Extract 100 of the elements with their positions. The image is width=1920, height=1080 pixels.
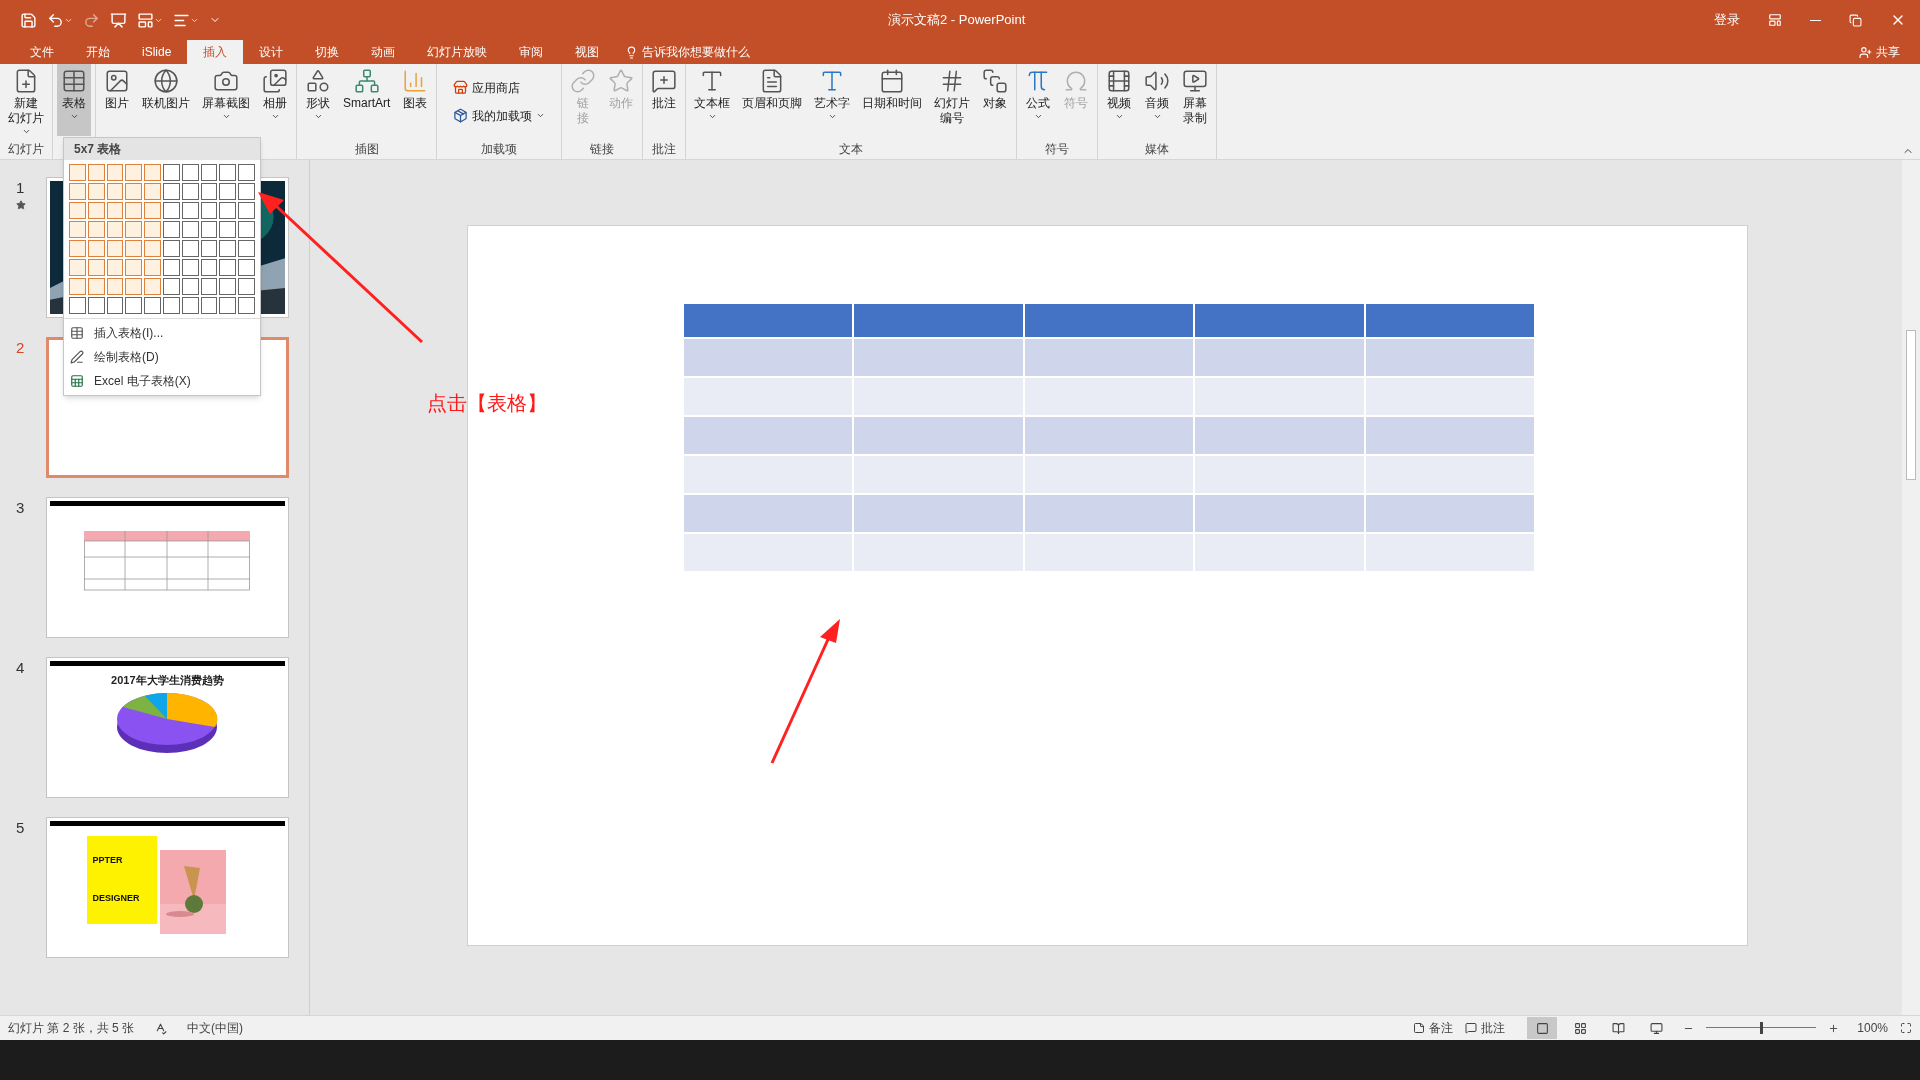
grid-cell[interactable] [125, 221, 143, 238]
grid-cell[interactable] [219, 297, 237, 314]
ribbon-button[interactable]: 表格 [57, 64, 91, 136]
menu-item[interactable]: 绘制表格(D) [64, 345, 260, 369]
comments-button[interactable]: 批注 [1465, 1019, 1506, 1037]
tell-me-search[interactable]: 告诉我你想要做什么 [615, 40, 761, 64]
grid-cell[interactable] [87, 183, 105, 200]
ribbon-tab[interactable]: iSlide [126, 40, 188, 64]
grid-cell[interactable] [219, 259, 237, 276]
grid-cell[interactable] [200, 240, 218, 257]
grid-cell[interactable] [163, 221, 180, 238]
grid-cell[interactable] [87, 259, 105, 276]
grid-cell[interactable] [106, 183, 124, 200]
ribbon-button[interactable]: 形状 [301, 64, 335, 136]
grid-cell[interactable] [106, 297, 124, 314]
grid-cell[interactable] [125, 183, 143, 200]
ribbon-tab[interactable]: 切换 [299, 40, 356, 64]
grid-cell[interactable] [238, 183, 255, 200]
grid-cell[interactable] [69, 221, 86, 238]
grid-cell[interactable] [219, 164, 237, 181]
grid-cell[interactable] [181, 183, 199, 200]
grid-cell[interactable] [163, 297, 180, 314]
grid-cell[interactable] [163, 183, 180, 200]
grid-cell[interactable] [69, 240, 86, 257]
grid-cell[interactable] [106, 202, 124, 219]
grid-cell[interactable] [163, 202, 180, 219]
grid-cell[interactable] [238, 259, 255, 276]
grid-cell[interactable] [163, 240, 180, 257]
grid-cell[interactable] [163, 278, 180, 295]
notes-button[interactable]: 备注 [1413, 1019, 1454, 1037]
grid-cell[interactable] [181, 164, 199, 181]
grid-cell[interactable] [87, 164, 105, 181]
grid-cell[interactable] [200, 202, 218, 219]
zoom-in-icon[interactable] [1828, 1022, 1840, 1034]
ribbon-button[interactable]: 屏幕截图 [198, 64, 254, 136]
grid-cell[interactable] [69, 259, 86, 276]
grid-cell[interactable] [200, 164, 218, 181]
grid-cell[interactable] [219, 240, 237, 257]
ribbon-button[interactable]: 艺术字 [810, 64, 855, 136]
grid-cell[interactable] [144, 297, 161, 314]
ribbon-button[interactable]: 图表 [398, 64, 433, 136]
grid-cell[interactable] [87, 297, 105, 314]
grid-cell[interactable] [238, 221, 255, 238]
grid-cell[interactable] [238, 164, 255, 181]
grid-cell[interactable] [125, 202, 143, 219]
grid-cell[interactable] [144, 240, 161, 257]
ribbon-button[interactable]: 幻灯片 编号 [930, 64, 975, 136]
ribbon-button[interactable]: 我的加载项 [449, 102, 550, 129]
toolbar-button[interactable] [110, 11, 127, 29]
ribbon-tab[interactable]: 幻灯片放映 [411, 40, 504, 64]
grid-cell[interactable] [125, 240, 143, 257]
menu-item[interactable]: Excel 电子表格(X) [64, 369, 260, 393]
ribbon-button[interactable]: 页眉和页脚 [738, 64, 807, 136]
ribbon-button[interactable]: 文本框 [690, 64, 735, 136]
slide-thumbnail[interactable] [45, 497, 289, 638]
ribbon-button[interactable]: 相册 [258, 64, 292, 136]
fit-slide-icon[interactable] [1900, 1022, 1912, 1034]
grid-cell[interactable] [238, 240, 255, 257]
grid-cell[interactable] [125, 259, 143, 276]
grid-cell[interactable] [219, 278, 237, 295]
restore-button[interactable] [1849, 13, 1862, 27]
view-button[interactable] [1527, 1017, 1558, 1039]
ribbon-tab[interactable]: 开始 [70, 40, 126, 64]
grid-cell[interactable] [163, 259, 180, 276]
menu-item[interactable]: 插入表格(I)... [64, 321, 260, 345]
grid-cell[interactable] [163, 164, 180, 181]
ribbon-tab[interactable]: 视图 [559, 40, 616, 64]
grid-cell[interactable] [219, 221, 237, 238]
grid-cell[interactable] [106, 164, 124, 181]
grid-cell[interactable] [238, 297, 255, 314]
grid-cell[interactable] [144, 202, 161, 219]
grid-cell[interactable] [238, 278, 255, 295]
ribbon-display-button[interactable] [1768, 13, 1782, 27]
ribbon-tab[interactable]: 审阅 [503, 40, 560, 64]
grid-cell[interactable] [181, 259, 199, 276]
grid-cell[interactable] [87, 240, 105, 257]
grid-cell[interactable] [69, 297, 86, 314]
grid-cell[interactable] [200, 259, 218, 276]
grid-cell[interactable] [87, 202, 105, 219]
grid-cell[interactable] [181, 202, 199, 219]
grid-cell[interactable] [144, 183, 161, 200]
grid-cell[interactable] [69, 278, 86, 295]
slide-thumbnail[interactable]: PPTER DESIGNER [45, 817, 289, 958]
ribbon-button[interactable]: 新建 幻灯片 [4, 64, 48, 136]
grid-cell[interactable] [200, 183, 218, 200]
ribbon-button[interactable]: 视频 [1102, 64, 1137, 136]
grid-cell[interactable] [181, 297, 199, 314]
share-button[interactable]: 共享 [1859, 40, 1900, 64]
grid-cell[interactable] [106, 240, 124, 257]
ribbon-button[interactable]: 日期和时间 [858, 64, 927, 136]
toolbar-button[interactable] [137, 11, 163, 29]
grid-cell[interactable] [125, 278, 143, 295]
grid-cell[interactable] [200, 278, 218, 295]
grid-cell[interactable] [87, 221, 105, 238]
grid-cell[interactable] [144, 164, 161, 181]
grid-cell[interactable] [87, 278, 105, 295]
ribbon-button[interactable]: 音频 [1140, 64, 1175, 136]
ribbon-button[interactable]: 公式 [1021, 64, 1056, 136]
grid-cell[interactable] [106, 221, 124, 238]
ribbon-tab[interactable]: 文件 [14, 40, 70, 64]
